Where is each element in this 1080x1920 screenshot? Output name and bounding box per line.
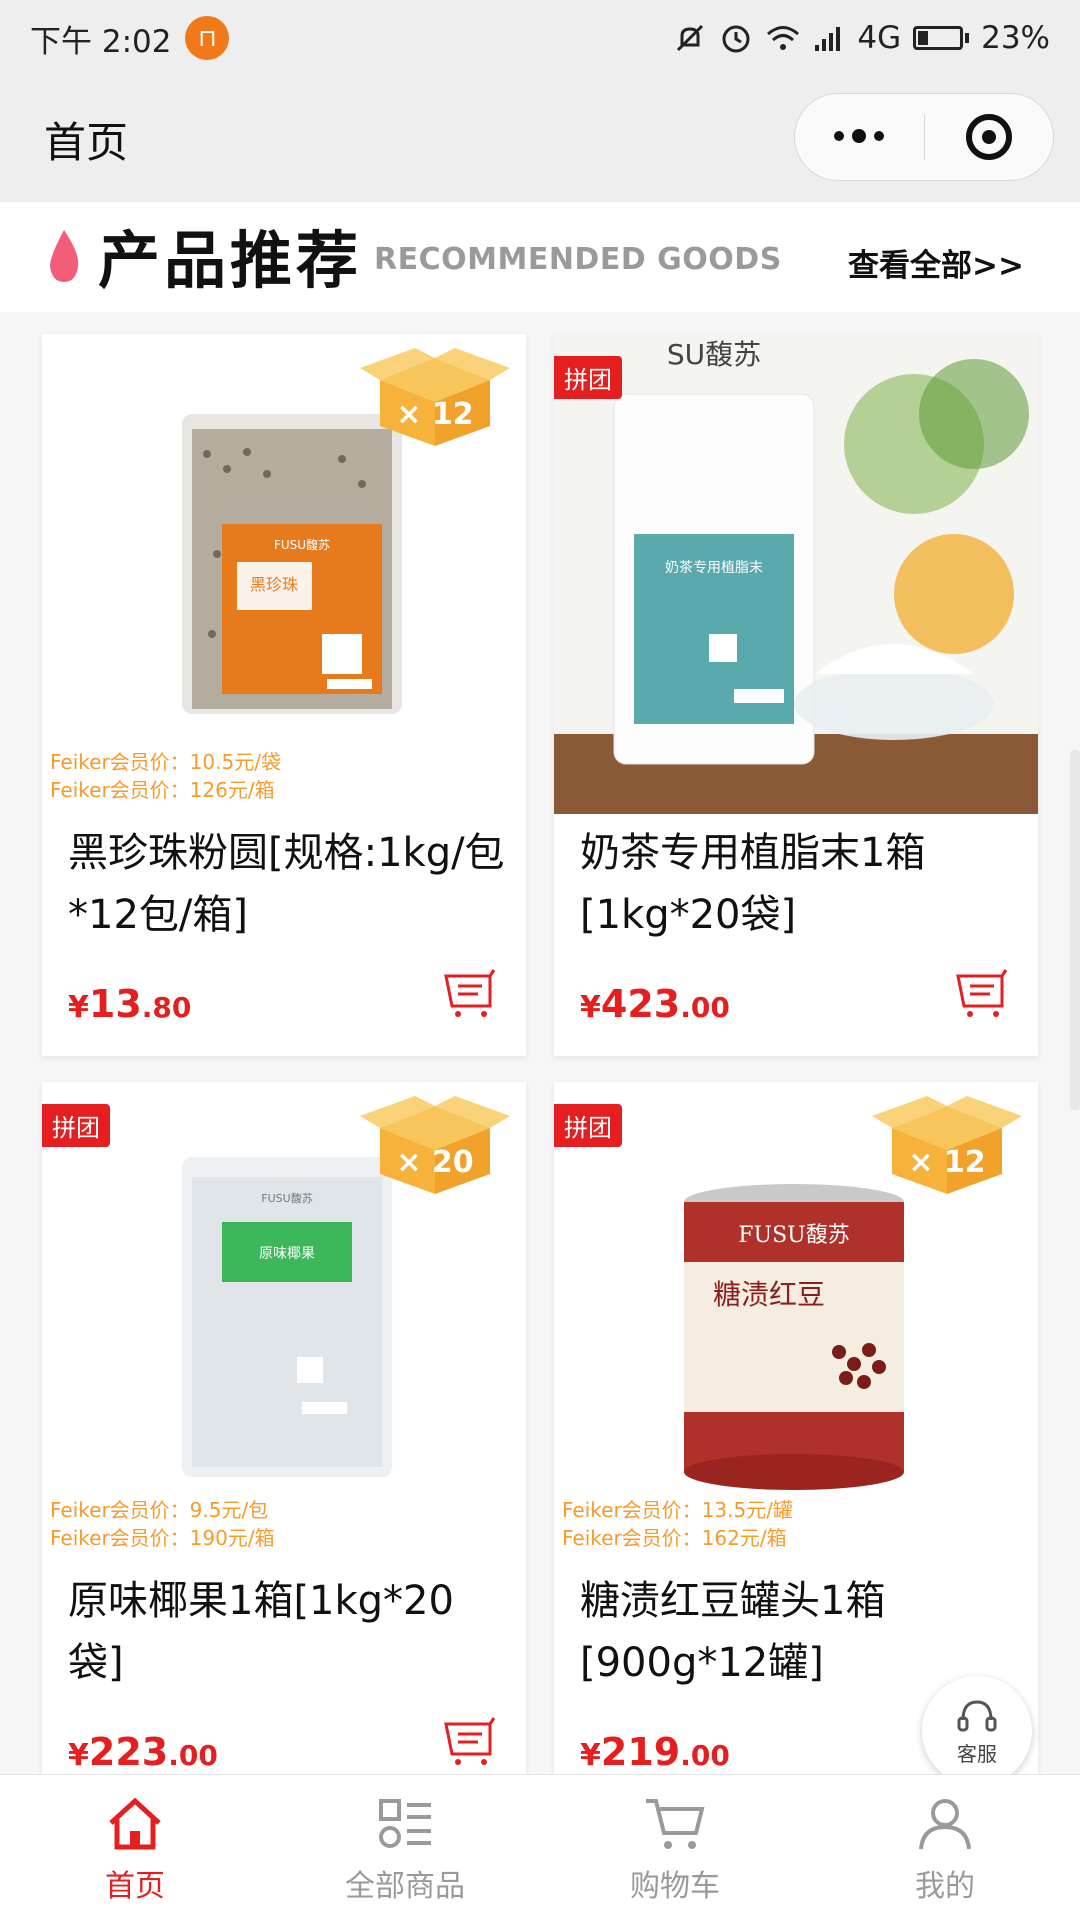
box-quantity-badge: × 12 bbox=[872, 1096, 1022, 1194]
box-quantity-badge: × 12 bbox=[360, 348, 510, 446]
status-time-group: 下午 2:02 ⊓ bbox=[30, 16, 230, 61]
more-options-button[interactable] bbox=[795, 129, 924, 143]
product-name[interactable]: 黑珍珠粉圆[规格:1kg/包 *12包/箱] bbox=[68, 822, 508, 946]
price-decimal: .00 bbox=[680, 991, 730, 1024]
product-price: ¥219.00 bbox=[580, 1730, 730, 1774]
price-integer: 223 bbox=[88, 1730, 169, 1774]
member-price-line: Feiker会员价：190元/箱 bbox=[50, 1526, 275, 1550]
signal-icon bbox=[815, 27, 841, 51]
tab-label: 购物车 bbox=[630, 1869, 720, 1904]
section-subtitle: RECOMMENDED GOODS bbox=[374, 242, 782, 277]
price-decimal: .00 bbox=[168, 1739, 218, 1772]
price-decimal: .00 bbox=[680, 1739, 730, 1772]
product-name[interactable]: 糖渍红豆罐头1箱[900g*12罐] bbox=[580, 1570, 1020, 1694]
product-image[interactable]: FUSU馥苏 糖渍红豆 拼团 × 12 Feiker会员价：13.5元/罐 Fe… bbox=[554, 1082, 1038, 1562]
product-image[interactable]: FUSU馥苏 黑珍珠 × 12 Feiker会员价：10.5元/袋 Feiker… bbox=[42, 334, 526, 814]
user-icon bbox=[919, 1799, 971, 1850]
member-price-line: Feiker会员价：13.5元/罐 bbox=[562, 1498, 793, 1522]
product-name[interactable]: 奶茶专用植脂末1箱[1kg*20袋] bbox=[580, 822, 1020, 946]
product-card[interactable]: FUSU馥苏 黑珍珠 × 12 Feiker会员价：10.5元/袋 Feiker… bbox=[42, 334, 526, 1056]
battery-icon bbox=[913, 26, 970, 50]
notification-icon: ⊓ bbox=[185, 16, 230, 60]
battery-percent: 23% bbox=[981, 20, 1050, 56]
product-card[interactable]: FUSU馥苏 糖渍红豆 拼团 × 12 Feiker会员价：13.5元/罐 Fe… bbox=[554, 1082, 1038, 1774]
product-price: ¥223.00 bbox=[68, 1730, 218, 1774]
price-symbol: ¥ bbox=[68, 990, 89, 1025]
price-integer: 423 bbox=[600, 982, 681, 1026]
price-decimal: .80 bbox=[141, 991, 192, 1024]
can-label-text: 糖渍红豆 bbox=[713, 1278, 825, 1311]
target-icon bbox=[965, 114, 1012, 160]
creamer-bag-illustration: SU馥苏 奶茶专用植脂末 bbox=[554, 334, 1038, 814]
bag-brand-text: FUSU馥苏 bbox=[274, 538, 330, 552]
scrollbar[interactable] bbox=[1070, 750, 1080, 1110]
view-all-link[interactable]: 查看全部>> bbox=[848, 240, 1024, 285]
tab-all-products[interactable]: 全部商品 bbox=[270, 1775, 540, 1920]
bag-label-text: 黑珍珠 bbox=[250, 575, 298, 594]
flame-drop-icon bbox=[50, 230, 79, 282]
bag-label-text: 原味椰果 bbox=[259, 1246, 315, 1262]
status-icons: 4G 23% bbox=[673, 20, 1050, 56]
product-name[interactable]: 原味椰果1箱[1kg*20袋] bbox=[68, 1570, 508, 1694]
member-price-line: Feiker会员价：9.5元/包 bbox=[50, 1498, 269, 1522]
tab-label: 首页 bbox=[105, 1869, 165, 1904]
product-image[interactable]: SU馥苏 奶茶专用植脂末 拼团 bbox=[554, 334, 1038, 814]
content-area: 产品推荐 RECOMMENDED GOODS 查看全部>> FUSU馥苏 黑珍珠… bbox=[0, 202, 1080, 1774]
price-integer: 13 bbox=[88, 982, 142, 1026]
section-title: 产品推荐 bbox=[98, 224, 363, 297]
member-price-line: Feiker会员价：162元/箱 bbox=[562, 1526, 787, 1550]
network-type: 4G bbox=[857, 20, 902, 56]
product-card[interactable]: 原味椰果 FUSU馥苏 拼团 × 20 Feiker会员价：9.5元/包 Fei… bbox=[42, 1082, 526, 1774]
nav-bar: 首页 bbox=[0, 76, 1080, 202]
mute-vibrate-icon bbox=[677, 24, 704, 52]
box-quantity-badge: × 20 bbox=[360, 1096, 510, 1194]
product-image[interactable]: 原味椰果 FUSU馥苏 拼团 × 20 Feiker会员价：9.5元/包 Fei… bbox=[42, 1082, 526, 1562]
home-icon bbox=[109, 1797, 161, 1850]
brand-text: SU馥苏 bbox=[667, 338, 761, 371]
price-integer: 219 bbox=[600, 1730, 681, 1774]
page-title: 首页 bbox=[44, 117, 129, 167]
add-to-cart-icon[interactable] bbox=[954, 968, 1010, 1020]
product-grid: FUSU馥苏 黑珍珠 × 12 Feiker会员价：10.5元/袋 Feiker… bbox=[0, 312, 1080, 1774]
alarm-icon bbox=[722, 25, 750, 53]
status-time: 下午 2:02 bbox=[30, 23, 172, 60]
close-miniprogram-button[interactable] bbox=[924, 114, 1053, 160]
section-header: 产品推荐 RECOMMENDED GOODS 查看全部>> bbox=[0, 202, 1080, 312]
price-symbol: ¥ bbox=[580, 990, 601, 1025]
mini-program-page: 下午 2:02 ⊓ 4G 23% 首页 产品推荐 RECOMMENDED GOO… bbox=[0, 0, 1080, 1920]
product-price: ¥13.80 bbox=[68, 982, 191, 1026]
product-price: ¥423.00 bbox=[580, 982, 730, 1026]
tab-label: 全部商品 bbox=[345, 1869, 465, 1904]
member-price-line: Feiker会员价：10.5元/袋 bbox=[50, 750, 281, 774]
box-count-text: × 12 bbox=[396, 397, 473, 432]
price-symbol: ¥ bbox=[580, 1738, 601, 1773]
member-price-line: Feiker会员价：126元/箱 bbox=[50, 778, 275, 802]
group-buy-badge: 拼团 bbox=[554, 356, 622, 399]
wifi-icon bbox=[767, 26, 800, 50]
cart-icon bbox=[646, 1799, 705, 1849]
service-label: 客服 bbox=[957, 1741, 997, 1766]
tab-bar: 首页 全部商品 购物车 我的 bbox=[0, 1774, 1080, 1920]
category-icon bbox=[379, 1799, 431, 1848]
price-symbol: ¥ bbox=[68, 1738, 89, 1773]
tab-profile[interactable]: 我的 bbox=[810, 1775, 1080, 1920]
bag-brand-text: FUSU馥苏 bbox=[261, 1191, 312, 1205]
tab-label: 我的 bbox=[915, 1869, 975, 1904]
can-brand-text: FUSU馥苏 bbox=[738, 1223, 849, 1248]
status-bar: 下午 2:02 ⊓ 4G 23% bbox=[0, 0, 1080, 76]
tab-cart[interactable]: 购物车 bbox=[540, 1775, 810, 1920]
headset-icon bbox=[957, 1699, 997, 1731]
product-card[interactable]: SU馥苏 奶茶专用植脂末 拼团 奶茶专用植脂末1箱[1kg*20袋] ¥423.… bbox=[554, 334, 1038, 1056]
add-to-cart-icon[interactable] bbox=[442, 968, 498, 1020]
tab-home[interactable]: 首页 bbox=[0, 1775, 270, 1920]
group-buy-badge: 拼团 bbox=[42, 1104, 110, 1147]
box-count-text: × 20 bbox=[396, 1145, 473, 1180]
group-buy-badge: 拼团 bbox=[554, 1104, 622, 1147]
add-to-cart-icon[interactable] bbox=[442, 1716, 498, 1768]
bag-label-text: 奶茶专用植脂末 bbox=[665, 560, 763, 576]
capsule-menu bbox=[794, 93, 1054, 181]
box-count-text: × 12 bbox=[908, 1145, 985, 1180]
